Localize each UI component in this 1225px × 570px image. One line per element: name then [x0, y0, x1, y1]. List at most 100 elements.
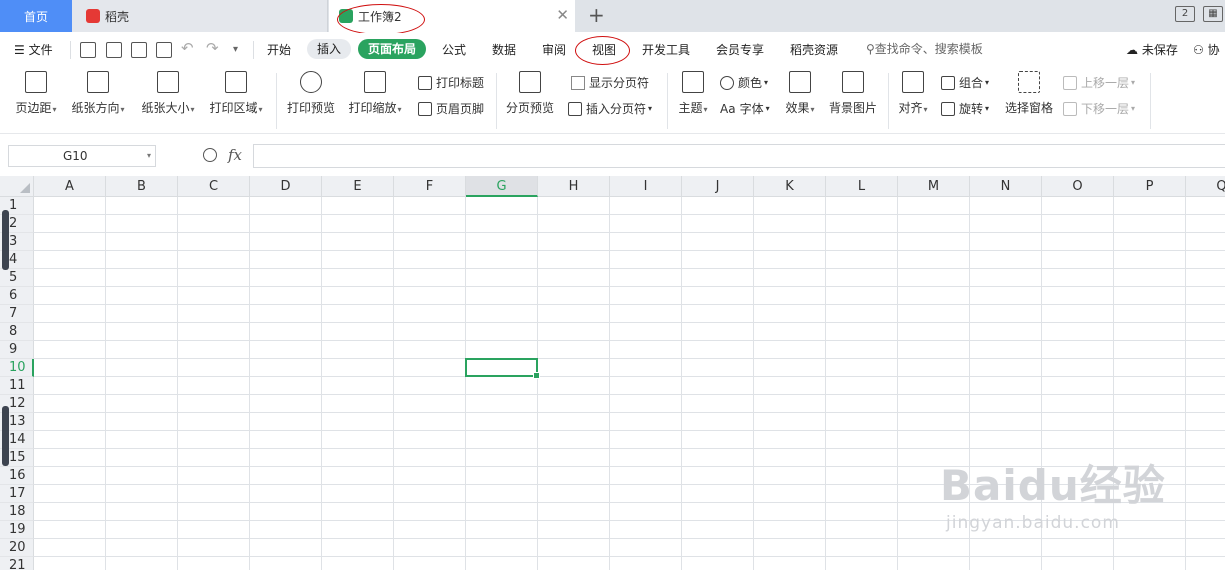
tab-home[interactable]: 首页 [0, 0, 72, 32]
column-header-k[interactable]: K [754, 176, 826, 197]
unsaved-status[interactable]: ☁ 未保存 [1126, 40, 1178, 60]
row-header-19[interactable]: 19 [0, 521, 34, 539]
unsaved-label: 未保存 [1141, 43, 1178, 57]
column-header-n[interactable]: N [970, 176, 1042, 197]
row-header-11[interactable]: 11 [0, 377, 34, 395]
left-scroll-handle-lower[interactable] [2, 406, 9, 466]
tab-workbook[interactable]: 工作簿2 ✕ [329, 0, 575, 32]
print-preview-icon[interactable] [156, 42, 172, 58]
column-header-q[interactable]: Q [1186, 176, 1225, 197]
divider [667, 73, 668, 129]
gridline-horizontal [34, 250, 1225, 251]
gridline-vertical [177, 197, 178, 570]
menu-formulas[interactable]: 公式 [442, 40, 466, 60]
rotate-button[interactable]: 旋转 ▾ [941, 100, 989, 117]
align-button[interactable]: 对齐▾ [895, 67, 931, 116]
formula-input[interactable] [253, 144, 1225, 168]
page-break-icon [568, 101, 582, 116]
menu-page-layout[interactable]: 页面布局 [358, 39, 427, 59]
insert-page-break-button[interactable]: 插入分页符 ▾ [568, 100, 652, 117]
paper-size-button[interactable]: 纸张大小▾ [138, 67, 198, 116]
menu-review[interactable]: 审阅 [542, 40, 566, 60]
effects-button[interactable]: 效果▾ [782, 67, 818, 116]
column-header-m[interactable]: M [898, 176, 970, 197]
margins-button[interactable]: 页边距▾ [10, 67, 62, 116]
bring-forward-button[interactable]: 上移一层 ▾ [1063, 74, 1135, 91]
column-header-a[interactable]: A [34, 176, 106, 197]
redo-icon[interactable]: ↷ [206, 38, 219, 58]
column-header-p[interactable]: P [1114, 176, 1186, 197]
column-header-d[interactable]: D [250, 176, 322, 197]
row-header-8[interactable]: 8 [0, 323, 34, 341]
gridline-horizontal [34, 376, 1225, 377]
column-header-b[interactable]: B [106, 176, 178, 197]
menu-membership[interactable]: 会员专享 [716, 40, 764, 60]
column-header-c[interactable]: C [178, 176, 250, 197]
window-count-icon[interactable]: 2 [1175, 6, 1195, 22]
tab-home-label: 首页 [23, 9, 48, 24]
row-header-5[interactable]: 5 [0, 269, 34, 287]
group-button[interactable]: 组合 ▾ [941, 74, 989, 91]
tab-docer[interactable]: 稻壳 [72, 0, 328, 32]
print-scale-button[interactable]: 打印缩放▾ [345, 67, 405, 116]
row-header-7[interactable]: 7 [0, 305, 34, 323]
save-icon[interactable] [80, 42, 96, 58]
menu-start[interactable]: 开始 [267, 40, 291, 60]
show-page-breaks-checkbox[interactable]: 显示分页符 [571, 74, 649, 91]
row-header-10[interactable]: 10 [0, 359, 34, 377]
layout-icon[interactable]: ▦ [1203, 6, 1223, 22]
fonts-button[interactable]: Aa 字体 ▾ [720, 100, 770, 117]
zoom-icon[interactable] [203, 148, 217, 162]
column-header-l[interactable]: L [826, 176, 898, 197]
name-box[interactable]: G10 ▾ [8, 145, 156, 167]
close-tab-icon[interactable]: ✕ [556, 8, 569, 23]
menu-developer[interactable]: 开发工具 [642, 40, 690, 60]
gridline-vertical [321, 197, 322, 570]
new-tab-icon[interactable]: + [588, 4, 605, 26]
menu-data[interactable]: 数据 [492, 40, 516, 60]
row-header-9[interactable]: 9 [0, 341, 34, 359]
column-header-e[interactable]: E [322, 176, 394, 197]
collab-button[interactable]: ⚇ 协 [1193, 40, 1220, 60]
menu-view[interactable]: 视图 [592, 40, 616, 60]
row-header-21[interactable]: 21 [0, 557, 34, 570]
customize-dropdown-icon[interactable]: ▾ [233, 40, 238, 60]
print-preview-button[interactable]: 打印预览 [285, 67, 337, 116]
orientation-button[interactable]: 纸张方向▾ [68, 67, 128, 116]
column-header-o[interactable]: O [1042, 176, 1114, 197]
row-header-16[interactable]: 16 [0, 467, 34, 485]
command-search[interactable]: ⚲查找命令、搜索模板 [866, 40, 983, 57]
function-icon[interactable]: fx [228, 146, 242, 164]
column-header-i[interactable]: I [610, 176, 682, 197]
menu-insert[interactable]: 插入 [307, 39, 352, 59]
page-break-preview-button[interactable]: 分页预览 [504, 67, 556, 116]
file-menu[interactable]: ☰ 文件 [14, 40, 53, 60]
theme-button[interactable]: 主题▾ [675, 67, 711, 116]
print-area-button[interactable]: 打印区域▾ [206, 67, 266, 116]
undo-icon[interactable]: ↶ [181, 38, 194, 58]
menu-docer-resources[interactable]: 稻壳资源 [790, 40, 838, 60]
print-titles-button[interactable]: 打印标题 [418, 74, 484, 91]
active-cell[interactable] [465, 358, 540, 379]
selection-pane-button[interactable]: 选择窗格 [1003, 67, 1055, 116]
left-scroll-handle[interactable] [2, 210, 9, 270]
row-header-20[interactable]: 20 [0, 539, 34, 557]
select-all-corner[interactable] [0, 176, 34, 197]
row-header-17[interactable]: 17 [0, 485, 34, 503]
send-backward-button[interactable]: 下移一层 ▾ [1063, 100, 1135, 117]
column-header-f[interactable]: F [394, 176, 466, 197]
divider [496, 73, 497, 129]
header-footer-button[interactable]: 页眉页脚 [418, 100, 484, 117]
column-header-g[interactable]: G [466, 176, 538, 197]
chevron-down-icon[interactable]: ▾ [147, 146, 151, 166]
print-icon[interactable] [131, 42, 147, 58]
colors-button[interactable]: 颜色 ▾ [720, 74, 768, 91]
row-header-18[interactable]: 18 [0, 503, 34, 521]
export-pdf-icon[interactable] [106, 42, 122, 58]
palette-icon [720, 75, 734, 90]
background-image-button[interactable]: 背景图片 [827, 67, 879, 116]
row-header-6[interactable]: 6 [0, 287, 34, 305]
column-header-j[interactable]: J [682, 176, 754, 197]
column-header-h[interactable]: H [538, 176, 610, 197]
header-footer-icon [418, 101, 432, 116]
